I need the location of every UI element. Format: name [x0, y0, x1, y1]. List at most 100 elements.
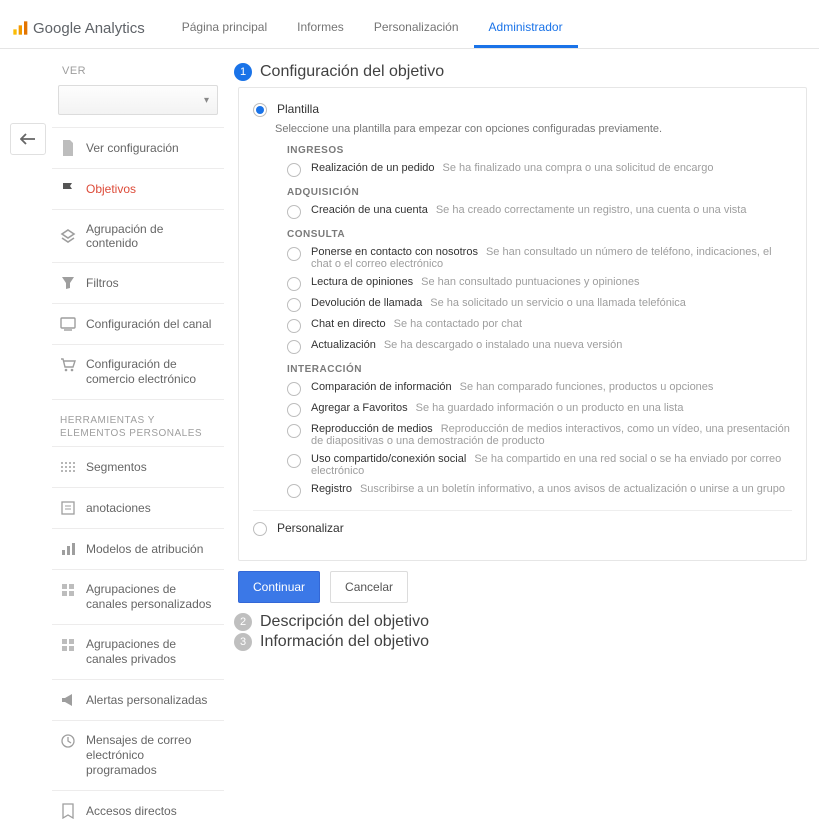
- clock-icon: [60, 733, 76, 749]
- template-item-chat[interactable]: Chat en directoSe ha contactado por chat: [287, 318, 792, 333]
- back-button[interactable]: [10, 123, 46, 155]
- sidebar-item-channel-settings[interactable]: Configuración del canal: [52, 303, 224, 344]
- megaphone-icon: [60, 692, 76, 708]
- step-1: 1Configuración del objetivo: [234, 63, 819, 81]
- radio[interactable]: [287, 205, 301, 219]
- radio[interactable]: [287, 424, 301, 438]
- radio[interactable]: [287, 403, 301, 417]
- segments-icon: [60, 459, 76, 475]
- step-number: 3: [234, 633, 252, 651]
- sidebar-item-label: Segmentos: [86, 460, 147, 474]
- nav-admin[interactable]: Administrador: [474, 8, 578, 48]
- sidebar-item-label: Objetivos: [86, 182, 136, 196]
- sidebar-item-label: Mensajes de correo electrónico programad…: [86, 733, 216, 778]
- radio[interactable]: [287, 340, 301, 354]
- note-icon: [60, 500, 76, 516]
- bars-icon: [60, 541, 76, 557]
- template-item-account[interactable]: Creación de una cuentaSe ha creado corre…: [287, 204, 792, 219]
- template-item-reviews[interactable]: Lectura de opinionesSe han consultado pu…: [287, 276, 792, 291]
- admin-sidebar: VER ▾ Ver configuración Objetivos Agrupa…: [52, 49, 224, 831]
- sidebar-item-label: Configuración del canal: [86, 317, 211, 331]
- template-description: Seleccione una plantilla para empezar co…: [275, 123, 792, 135]
- shortcut-icon: [60, 803, 76, 819]
- step-title: Descripción del objetivo: [260, 613, 429, 631]
- nav-home[interactable]: Página principal: [167, 8, 282, 48]
- template-item-callback[interactable]: Devolución de llamadaSe ha solicitado un…: [287, 297, 792, 312]
- template-item-contact[interactable]: Ponerse en contacto con nosotrosSe han c…: [287, 246, 792, 270]
- sidebar-item-custom-channel-groupings[interactable]: Agrupaciones de canales personalizados: [52, 569, 224, 624]
- sidebar-item-goals[interactable]: Objetivos: [52, 168, 224, 209]
- sidebar-item-label: Configuración de comercio electrónico: [86, 357, 216, 387]
- option-custom[interactable]: Personalizar: [253, 521, 792, 536]
- template-item-order[interactable]: Realización de un pedidoSe ha finalizado…: [287, 162, 792, 177]
- sidebar-item-segments[interactable]: Segmentos: [52, 446, 224, 487]
- sidebar-item-shortcuts[interactable]: Accesos directos: [52, 790, 224, 831]
- analytics-logo-icon: [12, 20, 28, 36]
- sidebar-item-private-channel-groupings[interactable]: Agrupaciones de canales privados: [52, 624, 224, 679]
- radio[interactable]: [287, 298, 301, 312]
- funnel-icon: [60, 275, 76, 291]
- sidebar-item-label: Alertas personalizadas: [86, 693, 207, 707]
- radio[interactable]: [287, 163, 301, 177]
- sidebar-item-label: Modelos de atribución: [86, 542, 203, 556]
- radio[interactable]: [287, 382, 301, 396]
- sidebar-item-custom-alerts[interactable]: Alertas personalizadas: [52, 679, 224, 720]
- step-2: 2 Descripción del objetivo: [234, 613, 819, 631]
- file-icon: [60, 140, 76, 156]
- radio[interactable]: [287, 277, 301, 291]
- template-item-media[interactable]: Reproducción de mediosReproducción de me…: [287, 423, 792, 447]
- option-template[interactable]: Plantilla: [253, 102, 792, 117]
- sidebar-item-label: anotaciones: [86, 501, 151, 515]
- cart-icon: [60, 357, 76, 373]
- group-head-ingresos: INGRESOS: [287, 145, 792, 156]
- sidebar-item-label: Filtros: [86, 276, 119, 290]
- radio-custom[interactable]: [253, 522, 267, 536]
- sidebar-item-view-settings[interactable]: Ver configuración: [52, 127, 224, 168]
- group-head-interaccion: INTERACCIÓN: [287, 364, 792, 375]
- sidebar-item-content-grouping[interactable]: Agrupación de contenido: [52, 209, 224, 262]
- template-item-update[interactable]: ActualizaciónSe ha descargado o instalad…: [287, 339, 792, 354]
- grid-icon: [60, 582, 76, 598]
- sidebar-item-annotations[interactable]: anotaciones: [52, 487, 224, 528]
- step-title: Configuración del objetivo: [260, 63, 444, 81]
- sidebar-item-attribution[interactable]: Modelos de atribución: [52, 528, 224, 569]
- caret-down-icon: ▾: [204, 95, 209, 106]
- radio-template[interactable]: [253, 103, 267, 117]
- sidebar-item-ecommerce-settings[interactable]: Configuración de comercio electrónico: [52, 344, 224, 399]
- option-label: Plantilla: [277, 102, 319, 116]
- section-title-view: VER: [52, 61, 224, 85]
- group-head-adquisicion: ADQUISICIÓN: [287, 187, 792, 198]
- radio[interactable]: [287, 319, 301, 333]
- continue-button[interactable]: Continuar: [238, 571, 320, 603]
- template-item-favorite[interactable]: Agregar a FavoritosSe ha guardado inform…: [287, 402, 792, 417]
- radio[interactable]: [287, 484, 301, 498]
- goal-setup-panel: Plantilla Seleccione una plantilla para …: [238, 87, 807, 561]
- step-title: Información del objetivo: [260, 633, 429, 651]
- radio[interactable]: [287, 454, 301, 468]
- channel-icon: [60, 316, 76, 332]
- sidebar-item-filters[interactable]: Filtros: [52, 262, 224, 303]
- sidebar-item-scheduled-emails[interactable]: Mensajes de correo electrónico programad…: [52, 720, 224, 790]
- arrow-left-icon: [20, 133, 36, 145]
- sidebar-item-label: Agrupaciones de canales personalizados: [86, 582, 216, 612]
- view-dropdown[interactable]: ▾: [58, 85, 218, 115]
- section-title-personal: HERRAMIENTAS Y ELEMENTOS PERSONALES: [52, 399, 224, 446]
- step-number: 2: [234, 613, 252, 631]
- brand-name: Google Analytics: [33, 20, 145, 37]
- main-content: 1Configuración del objetivo Plantilla Se…: [224, 49, 819, 653]
- template-item-compare[interactable]: Comparación de informaciónSe han compara…: [287, 381, 792, 396]
- nav-reports[interactable]: Informes: [282, 8, 359, 48]
- template-item-share[interactable]: Uso compartido/conexión socialSe ha comp…: [287, 453, 792, 477]
- brand: Google Analytics: [0, 8, 167, 48]
- flag-icon: [60, 181, 76, 197]
- grouping-icon: [60, 228, 76, 244]
- top-bar: Google Analytics Página principal Inform…: [0, 8, 819, 49]
- top-nav: Página principal Informes Personalizació…: [167, 8, 578, 48]
- sidebar-item-label: Agrupación de contenido: [86, 222, 216, 250]
- cancel-button[interactable]: Cancelar: [330, 571, 408, 603]
- nav-customization[interactable]: Personalización: [359, 8, 474, 48]
- template-item-signup[interactable]: RegistroSuscribirse a un boletín informa…: [287, 483, 792, 498]
- group-head-consulta: CONSULTA: [287, 229, 792, 240]
- radio[interactable]: [287, 247, 301, 261]
- step-3: 3 Información del objetivo: [234, 633, 819, 651]
